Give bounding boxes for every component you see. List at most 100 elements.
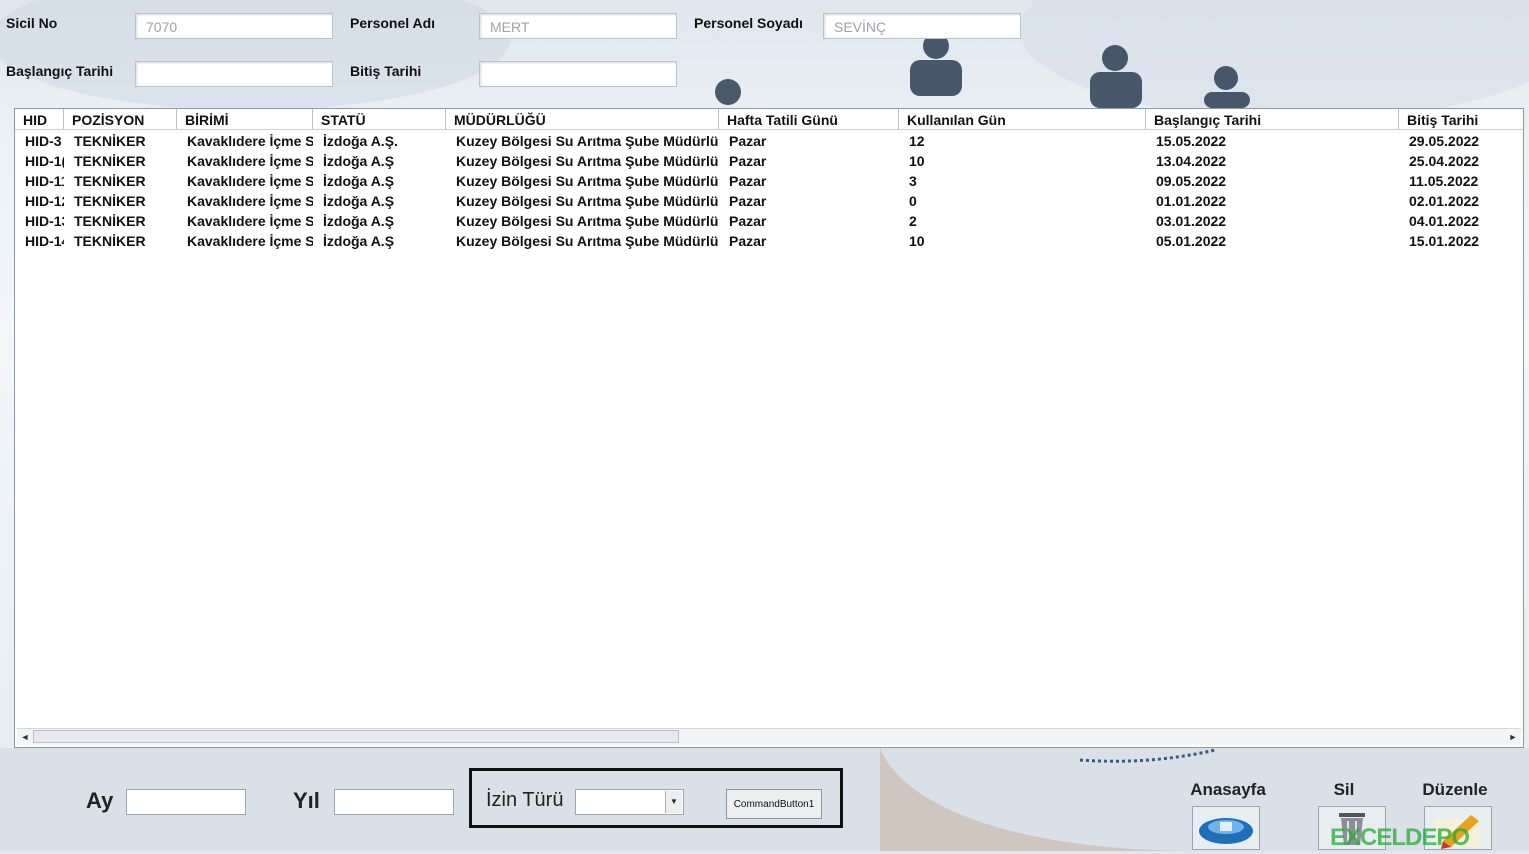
- cell-statu: İzdoğa A.Ş: [323, 153, 395, 169]
- cell-hafta-tatili: Pazar: [729, 193, 767, 209]
- cell-kullanilan-gun: 0: [909, 193, 917, 209]
- cell-kullanilan-gun: 3: [909, 173, 917, 189]
- scroll-left-icon[interactable]: ◄: [17, 729, 33, 745]
- cell-bitis-tarihi: 02.01.2022: [1409, 193, 1480, 209]
- cell-birimi: Kavaklıdere İçme Su: [187, 173, 313, 189]
- home-icon: [1199, 818, 1253, 844]
- cell-kullanilan-gun: 2: [909, 213, 917, 229]
- watermark-logo: EXCELDEPO: [1330, 824, 1470, 851]
- cell-mudurlugu: Kuzey Bölgesi Su Arıtma Şube Müdürlüğü: [456, 153, 719, 169]
- cell-pozisyon: TEKNİKER: [74, 153, 146, 169]
- chevron-down-icon[interactable]: ▼: [665, 791, 682, 813]
- table-row[interactable]: HID-14 TEKNİKER Kavaklıdere İçme Su İzdoğa …: [15, 231, 1523, 251]
- ay-label: Ay: [86, 788, 114, 813]
- table-row[interactable]: HID-3 TEKNİKER Kavaklıdere İçme Su İzdoğa A…: [15, 131, 1523, 151]
- cell-birimi: Kavaklıdere İçme Su: [187, 133, 313, 149]
- scroll-right-icon[interactable]: ►: [1505, 729, 1521, 745]
- column-header-mudurlugu[interactable]: MÜDÜRLÜĞÜ: [446, 109, 719, 129]
- scrollbar-thumb[interactable]: [33, 730, 679, 743]
- cell-statu: İzdoğa A.Ş: [323, 233, 395, 249]
- cell-kullanilan-gun: 10: [909, 233, 925, 249]
- cell-hid: HID-3: [25, 133, 62, 149]
- duzenle-label: Düzenle: [1422, 780, 1488, 799]
- cell-statu: İzdoğa A.Ş: [323, 193, 395, 209]
- yil-input[interactable]: [334, 789, 454, 815]
- listview-header: HID POZİSYON BİRİMİ STATÜ MÜDÜRLÜĞÜ Haft…: [15, 109, 1523, 130]
- cell-birimi: Kavaklıdere İçme Su: [187, 193, 313, 209]
- table-row[interactable]: HID-11 TEKNİKER Kavaklıdere İçme Su İzdoğa …: [15, 171, 1523, 191]
- table-row[interactable]: HID-1( TEKNİKER Kavaklıdere İçme Su İzdoğa …: [15, 151, 1523, 171]
- cell-baslangic-tarihi: 09.05.2022: [1156, 173, 1227, 189]
- ay-input[interactable]: [126, 789, 246, 815]
- column-header-baslangic-tarihi[interactable]: Başlangıç Tarihi: [1146, 109, 1399, 129]
- cell-birimi: Kavaklıdere İçme Su: [187, 213, 313, 229]
- command-button-1[interactable]: CommandButton1: [726, 789, 822, 819]
- bitis-tarihi-label: Bitiş Tarihi: [350, 63, 422, 79]
- cell-hid: HID-1(: [25, 153, 64, 169]
- table-row[interactable]: HID-12 TEKNİKER Kavaklıdere İçme Su İzdoğa …: [15, 191, 1523, 211]
- personel-adi-label: Personel Adı: [350, 15, 436, 31]
- cell-hid: HID-12: [25, 193, 64, 209]
- cell-hid: HID-14: [25, 233, 64, 249]
- column-header-hid[interactable]: HID: [15, 109, 64, 129]
- leave-records-listview[interactable]: HID POZİSYON BİRİMİ STATÜ MÜDÜRLÜĞÜ Haft…: [14, 108, 1524, 748]
- cell-mudurlugu: Kuzey Bölgesi Su Arıtma Şube Müdürlüğü: [456, 173, 719, 189]
- izin-turu-label: İzin Türü: [486, 789, 564, 811]
- cell-baslangic-tarihi: 15.05.2022: [1156, 133, 1227, 149]
- cell-hafta-tatili: Pazar: [729, 133, 767, 149]
- cell-hid: HID-13: [25, 213, 64, 229]
- anasayfa-button[interactable]: [1192, 806, 1260, 850]
- cell-birimi: Kavaklıdere İçme Su: [187, 233, 313, 249]
- column-header-bitis-tarihi[interactable]: Bitiş Tarihi: [1399, 109, 1523, 129]
- personel-soyadi-label: Personel Soyadı: [694, 15, 803, 31]
- cell-hid: HID-11: [25, 173, 64, 189]
- cell-baslangic-tarihi: 05.01.2022: [1156, 233, 1227, 249]
- cell-baslangic-tarihi: 03.01.2022: [1156, 213, 1227, 229]
- cell-hafta-tatili: Pazar: [729, 153, 767, 169]
- baslangic-tarihi-label: Başlangıç Tarihi: [6, 63, 114, 79]
- cell-birimi: Kavaklıdere İçme Su: [187, 153, 313, 169]
- cell-pozisyon: TEKNİKER: [74, 133, 146, 149]
- sicil-no-input[interactable]: 7070: [135, 13, 333, 39]
- cell-statu: İzdoğa A.Ş: [323, 213, 395, 229]
- cell-hafta-tatili: Pazar: [729, 173, 767, 189]
- column-header-birimi[interactable]: BİRİMİ: [177, 109, 313, 129]
- column-header-hafta-tatili[interactable]: Hafta Tatili Günü: [719, 109, 899, 129]
- cell-bitis-tarihi: 15.01.2022: [1409, 233, 1480, 249]
- column-header-statu[interactable]: STATÜ: [313, 109, 446, 129]
- column-header-kullanilan-gun[interactable]: Kullanılan Gün: [899, 109, 1146, 129]
- cell-bitis-tarihi: 04.01.2022: [1409, 213, 1480, 229]
- cell-pozisyon: TEKNİKER: [74, 173, 146, 189]
- cell-statu: İzdoğa A.Ş.: [323, 133, 398, 149]
- cell-bitis-tarihi: 11.05.2022: [1409, 173, 1479, 189]
- column-header-pozisyon[interactable]: POZİSYON: [64, 109, 177, 129]
- personel-soyadi-input[interactable]: SEVİNÇ: [823, 13, 1021, 39]
- yil-label: Yıl: [293, 788, 320, 813]
- cell-hafta-tatili: Pazar: [729, 233, 767, 249]
- cell-statu: İzdoğa A.Ş: [323, 173, 395, 189]
- horizontal-scrollbar[interactable]: ◄ ►: [17, 728, 1521, 745]
- izin-turu-select[interactable]: ▼: [575, 789, 684, 815]
- cell-baslangic-tarihi: 13.04.2022: [1156, 153, 1227, 169]
- baslangic-tarihi-input[interactable]: [135, 61, 333, 87]
- cell-mudurlugu: Kuzey Bölgesi Su Arıtma Şube Müdürlüğü: [456, 233, 719, 249]
- cell-kullanilan-gun: 12: [909, 133, 925, 149]
- cell-kullanilan-gun: 10: [909, 153, 925, 169]
- sil-label: Sil: [1333, 780, 1355, 799]
- cell-mudurlugu: Kuzey Bölgesi Su Arıtma Şube Müdürlüğü: [456, 193, 719, 209]
- cell-bitis-tarihi: 25.04.2022: [1409, 153, 1480, 169]
- table-row[interactable]: HID-13 TEKNİKER Kavaklıdere İçme Su İzdoğa …: [15, 211, 1523, 231]
- cell-pozisyon: TEKNİKER: [74, 193, 146, 209]
- cell-pozisyon: TEKNİKER: [74, 233, 146, 249]
- person-silhouettes: [715, 33, 1250, 108]
- sicil-no-label: Sicil No: [6, 15, 58, 31]
- anasayfa-label: Anasayfa: [1190, 780, 1266, 799]
- personel-adi-input[interactable]: MERT: [479, 13, 677, 39]
- cell-pozisyon: TEKNİKER: [74, 213, 146, 229]
- cell-bitis-tarihi: 29.05.2022: [1409, 133, 1480, 149]
- bitis-tarihi-input[interactable]: [479, 61, 677, 87]
- cell-baslangic-tarihi: 01.01.2022: [1156, 193, 1227, 209]
- cell-mudurlugu: Kuzey Bölgesi Su Arıtma Şube Müdürlüğü: [456, 133, 719, 149]
- cell-hafta-tatili: Pazar: [729, 213, 767, 229]
- cell-mudurlugu: Kuzey Bölgesi Su Arıtma Şube Müdürlüğü: [456, 213, 719, 229]
